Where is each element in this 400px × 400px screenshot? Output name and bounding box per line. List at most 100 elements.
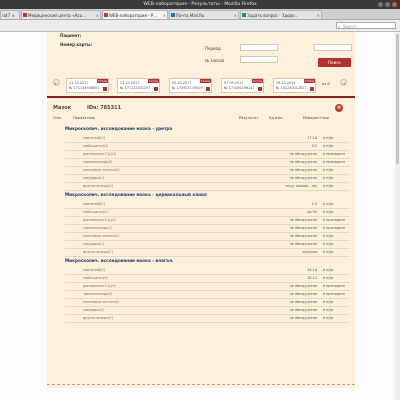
row-value: 17-18 [307, 136, 317, 140]
row-name: трихомонады(U) [83, 160, 113, 164]
row-unit: в п/зр [323, 268, 334, 272]
patient-form: Пациент: Номер карты: Период № заказа По… [47, 32, 355, 72]
search-button[interactable]: Поиск [318, 58, 351, 67]
orders-count: из 6 [322, 82, 330, 86]
order-card[interactable]: 29.10.2014 № 141240012817 Готов [273, 78, 316, 93]
order-number: № 171000298147 [224, 86, 255, 90]
order-date: 29.10.2014 [276, 81, 296, 85]
row-unit: в п/зр [323, 308, 334, 312]
row-unit: в препарате [323, 226, 346, 230]
row-unit: в п/зр [323, 136, 334, 140]
row-name: лейкоциты(U) [83, 144, 108, 148]
next-orders-button[interactable]: → [340, 79, 347, 86]
row-value: не обнаружено [289, 316, 317, 320]
row-unit: в п/зр [323, 242, 334, 246]
order-number-field[interactable] [240, 56, 278, 63]
row-value: скуд. кокков - п/к [285, 184, 318, 188]
order-number: № 170925178929 [172, 86, 203, 90]
row-name: кандиды(U) [83, 176, 105, 180]
order-pdf-icon[interactable] [258, 87, 262, 91]
row-name: диплококки Гр-(V) [83, 284, 116, 288]
tab-2[interactable]: Медицинский центр «Асо... × [21, 10, 101, 19]
order-card[interactable]: 23.10.2017 № 171122031297 Готов [117, 78, 160, 93]
tab-label: rat7 × [2, 13, 15, 18]
row-unit: в п/зр [323, 234, 334, 238]
row-name: другая флора(V) [83, 316, 113, 320]
col-ref: Референтные [303, 116, 329, 120]
row-value: не обнаружено [289, 176, 317, 180]
order-pdf-icon[interactable] [310, 87, 314, 91]
order-status-badge: Готов [199, 79, 211, 83]
col-name: Показатель [73, 116, 96, 120]
favicon-icon [171, 13, 175, 17]
page-viewport: Пациент: Номер карты: Период № заказа По… [0, 32, 400, 400]
order-number: № 171134938851 [69, 86, 100, 90]
period-to-field[interactable] [314, 44, 352, 51]
row-value: 2-3 [311, 202, 317, 206]
order-pdf-icon[interactable] [103, 87, 107, 91]
results-column-headers: Отм. Показатель Результат Ед.изм. Рефере… [47, 116, 355, 122]
row-value: не обнаружено [289, 308, 317, 312]
result-row: другая флора(C) скудная в п/зр [65, 248, 350, 257]
row-unit: в препарате [323, 152, 346, 156]
row-name: лейкоциты(V) [83, 276, 108, 280]
card-label: Номер карты: [60, 42, 93, 47]
results-page: Пациент: Номер карты: Период № заказа По… [47, 32, 355, 388]
row-value: не обнаружено [289, 284, 317, 288]
row-name: эпителий(C) [83, 202, 105, 206]
order-pdf-icon[interactable] [206, 87, 210, 91]
col-unit: Ед.изм. [269, 116, 283, 120]
minimize-icon[interactable] [378, 2, 383, 7]
row-name: эпителий(U) [83, 136, 106, 140]
scrollbar-thumb[interactable] [396, 34, 399, 164]
order-pdf-icon[interactable] [154, 87, 158, 91]
tab-5[interactable]: Задать вопрос - Здоро... × [240, 10, 322, 19]
tab-label: Медицинский центр «Асо... [28, 13, 86, 18]
close-tab-icon[interactable]: × [96, 11, 99, 19]
page-bottom-divider [47, 384, 355, 386]
order-card[interactable]: 02.10.2017 № 170925178929 Готов [169, 78, 212, 93]
row-value: не обнаружено [289, 226, 317, 230]
tab-label: Почта Mail.Ru [176, 13, 205, 18]
search-input[interactable]: ⌕ Search [336, 22, 396, 29]
result-row: другая флора(U) скуд. кокков - п/к в п/зр [65, 182, 350, 191]
tab-label: Задать вопрос - Здоро... [247, 13, 299, 18]
close-tab-icon[interactable]: × [317, 11, 320, 19]
prev-orders-button[interactable]: ← [53, 79, 60, 86]
order-date: 07.09.2017 [224, 81, 244, 85]
tab-bar: rat7 × Медицинский центр «Асо... × WEB-ла… [0, 9, 400, 20]
row-unit: в препарате [323, 160, 346, 164]
navigation-toolbar: ⌕ Search [0, 20, 400, 32]
close-icon[interactable] [392, 2, 397, 7]
tab-4[interactable]: Почта Mail.Ru × [169, 10, 239, 19]
maximize-icon[interactable] [385, 2, 390, 7]
row-name: эпителий(V) [83, 268, 105, 272]
row-value: не обнаружено [289, 168, 317, 172]
row-value: не обнаружено [289, 160, 317, 164]
row-unit: в п/зр [323, 250, 334, 254]
row-name: лейкоциты(C) [83, 210, 108, 214]
tab-3[interactable]: WEB-лаборатория - Р... × [102, 10, 168, 19]
print-icon[interactable]: ⊗ [335, 104, 343, 112]
row-name: другая флора(U) [83, 184, 113, 188]
window-titlebar: WEB-лаборатория - Результаты - Mozilla F… [0, 0, 400, 9]
row-unit: в п/зр [323, 176, 334, 180]
close-tab-icon[interactable]: × [234, 11, 237, 19]
row-name: трихомонады(C) [83, 226, 113, 230]
close-tab-icon[interactable]: × [163, 11, 166, 19]
favicon-icon [23, 13, 27, 17]
order-card[interactable]: 07.09.2017 № 171000298147 Готов [221, 78, 264, 93]
report-header: Мазок IDн: 785311 ⊗ [47, 102, 355, 114]
order-date: 02.10.2017 [172, 81, 192, 85]
report-id: IDн: 785311 [87, 105, 122, 111]
row-value: не обнаружено [289, 152, 317, 156]
row-value: 14-16 [307, 268, 317, 272]
order-status-badge: Готов [96, 79, 108, 83]
row-unit: в п/зр [323, 276, 334, 280]
order-card[interactable]: 23.10.2017 № 171134938851 Готов [66, 78, 109, 93]
tab-1[interactable]: rat7 × [0, 10, 20, 19]
vertical-scrollbar[interactable] [395, 32, 400, 400]
row-name: кандиды(V) [83, 308, 104, 312]
period-from-field[interactable] [240, 44, 278, 51]
row-unit: в п/зр [323, 202, 334, 206]
